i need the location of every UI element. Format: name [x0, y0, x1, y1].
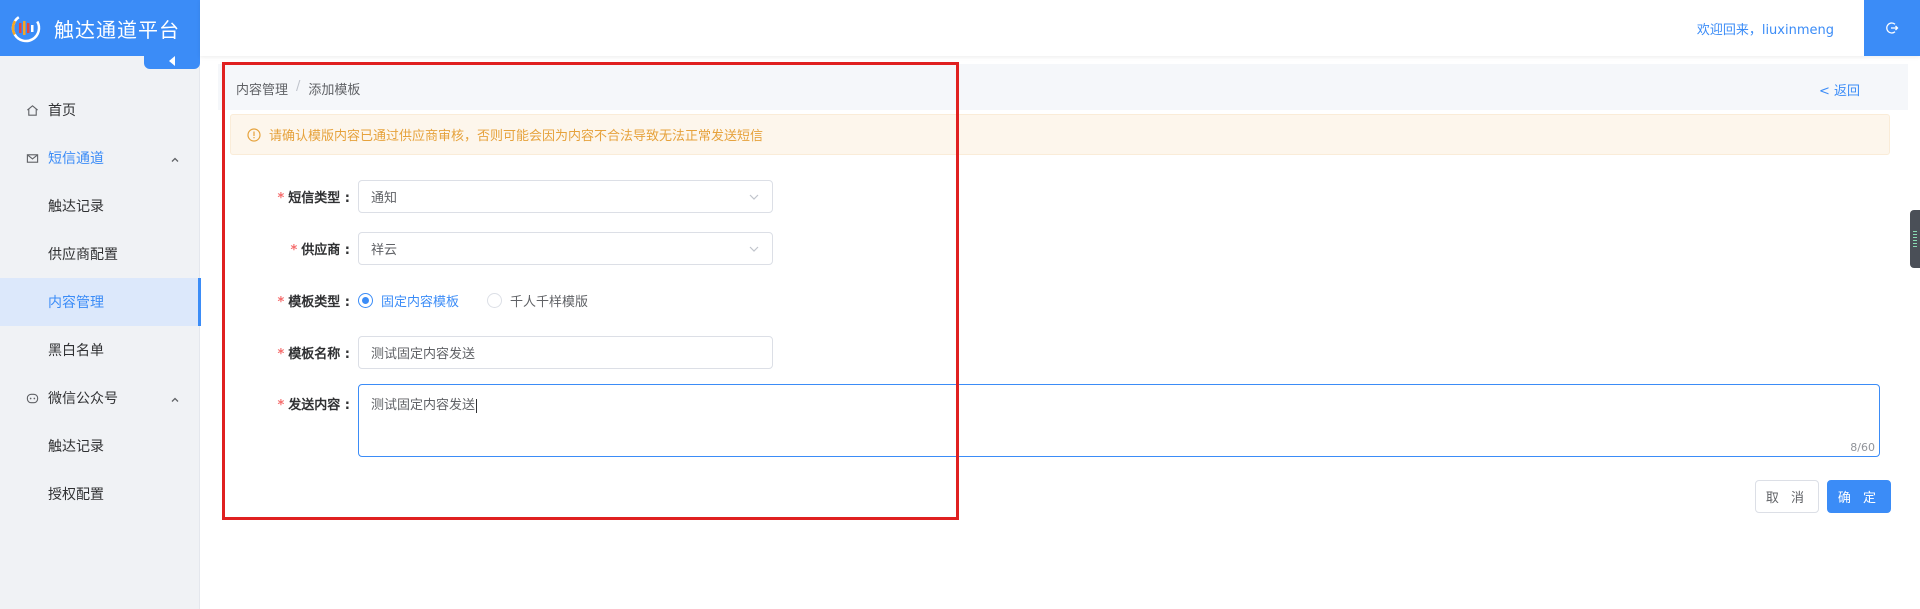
radio-checked-icon — [358, 293, 373, 308]
sidebar-item-label: 内容管理 — [48, 295, 104, 311]
template-name-input[interactable]: 测试固定内容发送 — [358, 336, 773, 369]
label-text: 模板类型 : — [288, 295, 350, 310]
sidebar-item-label: 触达记录 — [48, 199, 104, 215]
required-mark: * — [277, 191, 285, 206]
label-text: 供应商 : — [301, 243, 350, 258]
template-type-radio-group: 固定内容模板 千人千样模版 — [358, 291, 616, 310]
sidebar-menu: 首页 短信通道 触达记录 供应商配置 内容管理 黑白名单 微信公众号 触达记录 … — [0, 86, 201, 518]
top-header: 欢迎回来，liuxinmeng — [200, 0, 1920, 56]
breadcrumb-separator: / — [296, 79, 301, 94]
supplier-value: 祥云 — [371, 243, 398, 258]
form-row-template-type: * 模板类型 : 固定内容模板 千人千样模版 — [230, 284, 616, 317]
sidebar: 触达通道平台 首页 短信通道 触达记录 供应商配置 内容管理 黑白名单 微信公众… — [0, 0, 201, 609]
required-mark: * — [277, 347, 285, 362]
radio-label: 千人千样模版 — [510, 295, 589, 310]
logo-icon — [11, 13, 41, 43]
form-label-sms-type: * 短信类型 : — [230, 187, 358, 206]
sms-type-select[interactable]: 通知 — [358, 180, 773, 213]
mail-icon — [24, 150, 40, 166]
warning-icon — [247, 127, 261, 142]
sidebar-item-wechat[interactable]: 微信公众号 — [0, 374, 200, 422]
breadcrumb-bar: 内容管理 / 添加模板 < 返回 — [218, 64, 1908, 110]
label-text: 发送内容 : — [288, 398, 350, 413]
chevron-down-icon — [749, 246, 759, 252]
cancel-button[interactable]: 取 消 — [1755, 480, 1819, 513]
breadcrumb-item-content-management[interactable]: 内容管理 — [236, 79, 288, 98]
warning-alert: 请确认模版内容已通过供应商审核，否则可能会因为内容不合法导致无法正常发送短信 — [230, 114, 1890, 155]
sidebar-item-label: 首页 — [48, 103, 76, 119]
radio-unchecked-icon — [487, 293, 503, 308]
warning-text: 请确认模版内容已通过供应商审核，否则可能会因为内容不合法导致无法正常发送短信 — [269, 129, 764, 144]
sidebar-collapse-button[interactable] — [144, 52, 200, 69]
logout-button[interactable] — [1864, 0, 1920, 56]
required-mark: * — [277, 295, 285, 310]
sidebar-item-blackwhite-list[interactable]: 黑白名单 — [0, 326, 200, 374]
welcome-text: 欢迎回来，liuxinmeng — [1696, 23, 1834, 38]
label-text: 短信类型 : — [288, 191, 350, 206]
sidebar-item-label: 微信公众号 — [48, 391, 118, 407]
main-content: 内容管理 / 添加模板 < 返回 请确认模版内容已通过供应商审核，否则可能会因为… — [200, 56, 1920, 609]
sidebar-item-label: 黑白名单 — [48, 343, 104, 359]
caret-left-icon — [169, 55, 175, 66]
sidebar-item-label: 触达记录 — [48, 439, 104, 455]
breadcrumb: 内容管理 / 添加模板 — [236, 79, 360, 98]
label-text: 模板名称 : — [288, 347, 350, 362]
form-row-supplier: * 供应商 : 祥云 — [230, 232, 773, 265]
chevron-down-icon — [749, 194, 759, 200]
text-caret — [476, 398, 478, 413]
content-value: 测试固定内容发送 — [371, 398, 476, 413]
radio-fixed-content[interactable]: 固定内容模板 — [358, 291, 459, 310]
form-label-content: * 发送内容 : — [230, 384, 358, 413]
app-title: 触达通道平台 — [54, 17, 180, 42]
char-counter: 8/60 — [1850, 441, 1875, 454]
supplier-select[interactable]: 祥云 — [358, 232, 773, 265]
content-textarea[interactable]: 测试固定内容发送 8/60 — [358, 384, 1880, 457]
chevron-up-icon — [170, 393, 180, 409]
breadcrumb-item-add-template: 添加模板 — [308, 83, 361, 98]
form-row-sms-type: * 短信类型 : 通知 — [230, 180, 773, 213]
chevron-up-icon — [170, 153, 180, 169]
required-mark: * — [290, 243, 298, 258]
sidebar-item-auth-config[interactable]: 授权配置 — [0, 470, 200, 518]
form-row-content: * 发送内容 : 测试固定内容发送 8/60 — [230, 384, 1880, 457]
sidebar-item-home[interactable]: 首页 — [0, 86, 200, 134]
sidebar-item-label: 短信通道 — [48, 151, 104, 167]
wechat-icon — [24, 390, 40, 406]
form-label-template-type: * 模板类型 : — [230, 291, 358, 310]
back-link[interactable]: < 返回 — [1819, 80, 1860, 99]
sidebar-item-supplier-config[interactable]: 供应商配置 — [0, 230, 200, 278]
sidebar-item-reach-records[interactable]: 触达记录 — [0, 182, 200, 230]
template-name-value: 测试固定内容发送 — [371, 347, 476, 362]
radio-personalized[interactable]: 千人千样模版 — [487, 291, 588, 310]
required-mark: * — [277, 398, 285, 413]
home-icon — [24, 102, 40, 118]
form-label-supplier: * 供应商 : — [230, 239, 358, 258]
confirm-button[interactable]: 确 定 — [1827, 480, 1891, 513]
form-row-template-name: * 模板名称 : 测试固定内容发送 — [230, 336, 773, 369]
sidebar-item-label: 供应商配置 — [48, 247, 118, 263]
sidebar-item-label: 授权配置 — [48, 487, 104, 503]
sidebar-item-content-management[interactable]: 内容管理 — [0, 278, 201, 326]
form-label-template-name: * 模板名称 : — [230, 343, 358, 362]
logout-icon — [1886, 22, 1899, 34]
sidebar-item-wechat-reach-records[interactable]: 触达记录 — [0, 422, 200, 470]
side-scroll-handle[interactable] — [1910, 210, 1920, 268]
sms-type-value: 通知 — [371, 191, 398, 206]
logo-bar: 触达通道平台 — [0, 0, 200, 56]
radio-label: 固定内容模板 — [381, 295, 460, 310]
sidebar-item-sms-channel[interactable]: 短信通道 — [0, 134, 200, 182]
